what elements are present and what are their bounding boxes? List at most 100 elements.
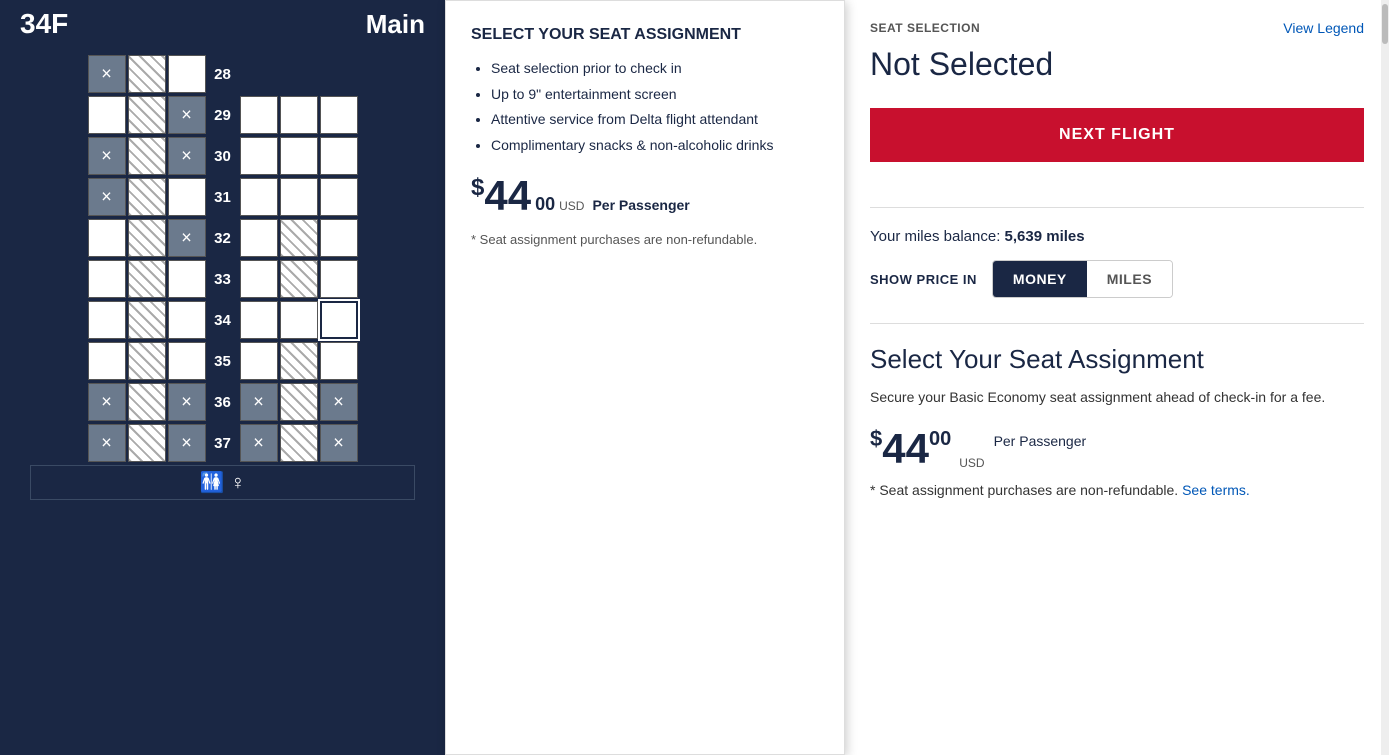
seat[interactable] [280, 260, 318, 298]
seat-placeholder [240, 55, 278, 93]
seat[interactable] [88, 219, 126, 257]
seat-row: 28 [0, 55, 445, 93]
row-number: 31 [208, 189, 238, 206]
seat[interactable] [280, 424, 318, 462]
seat[interactable] [88, 260, 126, 298]
next-flight-button[interactable]: NEXT FLIGHT [870, 108, 1364, 162]
seat[interactable] [168, 96, 206, 134]
seat[interactable] [280, 219, 318, 257]
seat[interactable] [168, 55, 206, 93]
seat[interactable] [128, 342, 166, 380]
right-panel: SEAT SELECTION View Legend Not Selected … [845, 0, 1389, 755]
selected-seat-id: 34F [20, 8, 68, 40]
popup-feature-item: Attentive service from Delta flight atte… [491, 110, 819, 130]
popup-feature-item: Seat selection prior to check in [491, 59, 819, 79]
seat[interactable] [320, 301, 358, 339]
seat[interactable] [168, 137, 206, 175]
seat[interactable] [168, 178, 206, 216]
scrollbar-thumb[interactable] [1382, 4, 1388, 44]
seat[interactable] [280, 178, 318, 216]
right-price-display: $ 44 00 [870, 428, 951, 470]
seat[interactable] [88, 424, 126, 462]
seat[interactable] [240, 301, 278, 339]
toggle-money-button[interactable]: MONEY [993, 261, 1087, 297]
see-terms-link[interactable]: See terms. [1182, 482, 1250, 498]
popup-feature-item: Complimentary snacks & non-alcoholic dri… [491, 136, 819, 156]
row-number: 35 [208, 353, 238, 370]
seat[interactable] [168, 342, 206, 380]
seat-selection-label: SEAT SELECTION [870, 21, 980, 35]
seat[interactable] [240, 260, 278, 298]
seat-row: 33 [0, 260, 445, 298]
seat[interactable] [320, 383, 358, 421]
seat[interactable] [320, 219, 358, 257]
show-price-label: SHOW PRICE IN [870, 272, 977, 287]
seat[interactable] [240, 383, 278, 421]
seat-row: 35 [0, 342, 445, 380]
seat[interactable] [280, 137, 318, 175]
seat[interactable] [280, 383, 318, 421]
seat[interactable] [128, 55, 166, 93]
not-selected-text: Not Selected [870, 46, 1364, 83]
seat[interactable] [88, 96, 126, 134]
divider-1 [870, 207, 1364, 208]
seat[interactable] [168, 301, 206, 339]
popup-price-block: $44 00 USD Per Passenger [471, 175, 819, 217]
seat[interactable] [240, 178, 278, 216]
right-refund-note: * Seat assignment purchases are non-refu… [870, 480, 1364, 501]
popup-feature-item: Up to 9" entertainment screen [491, 85, 819, 105]
lavatory-icon: 🚻 ♀ [200, 470, 245, 495]
seat[interactable] [88, 55, 126, 93]
seat[interactable] [280, 342, 318, 380]
row-number: 34 [208, 312, 238, 329]
popup-price-dollar: $44 [471, 175, 531, 217]
seat[interactable] [128, 96, 166, 134]
seat-map-grid: 28293031323334353637🚻 ♀ [0, 48, 445, 751]
seat[interactable] [240, 219, 278, 257]
seat[interactable] [240, 96, 278, 134]
seat[interactable] [280, 96, 318, 134]
miles-balance: Your miles balance: 5,639 miles [870, 228, 1364, 245]
right-per-passenger: Per Passenger [994, 433, 1087, 449]
seat[interactable] [88, 137, 126, 175]
seat[interactable] [128, 137, 166, 175]
seat-map-header: 34F Main [0, 0, 445, 48]
row-number: 30 [208, 148, 238, 165]
seat[interactable] [128, 260, 166, 298]
view-legend-link[interactable]: View Legend [1283, 20, 1364, 36]
seat[interactable] [128, 301, 166, 339]
seat[interactable] [88, 178, 126, 216]
row-number: 32 [208, 230, 238, 247]
popup-title: SELECT YOUR SEAT ASSIGNMENT [471, 26, 819, 44]
seat[interactable] [240, 342, 278, 380]
seat[interactable] [320, 137, 358, 175]
seat[interactable] [128, 383, 166, 421]
seat[interactable] [240, 424, 278, 462]
seat-row: 30 [0, 137, 445, 175]
row-number: 29 [208, 107, 238, 124]
seat[interactable] [168, 383, 206, 421]
seat[interactable] [128, 424, 166, 462]
seat-assignment-desc: Secure your Basic Economy seat assignmen… [870, 387, 1364, 408]
seat[interactable] [128, 219, 166, 257]
seat[interactable] [168, 260, 206, 298]
seat[interactable] [168, 424, 206, 462]
seat[interactable] [320, 424, 358, 462]
seat-info-popup: SELECT YOUR SEAT ASSIGNMENT Seat selecti… [445, 0, 845, 755]
seat[interactable] [168, 219, 206, 257]
seat[interactable] [320, 178, 358, 216]
seat[interactable] [240, 137, 278, 175]
toggle-miles-button[interactable]: MILES [1087, 261, 1172, 297]
seat[interactable] [128, 178, 166, 216]
seat[interactable] [88, 301, 126, 339]
seat[interactable] [88, 342, 126, 380]
seat[interactable] [320, 260, 358, 298]
seat-row: 32 [0, 219, 445, 257]
seat[interactable] [88, 383, 126, 421]
scrollbar-track [1381, 0, 1389, 755]
seat-placeholder [280, 55, 318, 93]
seat[interactable] [320, 342, 358, 380]
seat-row: 36 [0, 383, 445, 421]
seat[interactable] [320, 96, 358, 134]
seat[interactable] [280, 301, 318, 339]
